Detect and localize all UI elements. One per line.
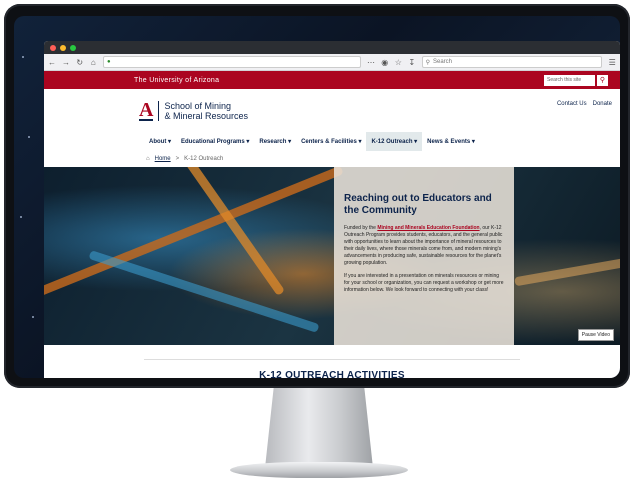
hero-paragraph-1: Funded by the Mining and Minerals Educat… [344, 225, 504, 267]
foundation-link[interactable]: Mining and Minerals Education Foundation [377, 225, 479, 231]
browser-titlebar [44, 41, 620, 54]
lock-icon: ● [107, 59, 111, 65]
highway-graphic [514, 256, 620, 287]
site-search: Search this site ⚲ [544, 74, 608, 86]
utility-links: Contact Us Donate [557, 101, 612, 107]
desktop-wallpaper: ← → ↻ ⌂ ● ⋯ ◉ ☆ ↧ ⚲ Search ☰ The Univers… [14, 16, 620, 378]
breadcrumb-home[interactable]: Home [155, 156, 171, 162]
university-bar: The University of Arizona Search this si… [44, 71, 620, 89]
monitor-frame: ← → ↻ ⌂ ● ⋯ ◉ ☆ ↧ ⚲ Search ☰ The Univers… [4, 4, 630, 388]
hero-p1-text-rest: , our K-12 Outreach Program provides stu… [344, 225, 503, 266]
site-logo[interactable]: A School of Mining & Mineral Resources [139, 99, 248, 121]
hero-p1-text: Funded by the [344, 225, 378, 231]
browser-search-bar[interactable]: ⚲ Search [421, 56, 603, 68]
back-icon[interactable]: ← [48, 58, 56, 67]
donate-link[interactable]: Donate [593, 101, 612, 107]
school-name-line2: & Mineral Resources [164, 111, 248, 121]
contact-us-link[interactable]: Contact Us [557, 101, 587, 107]
url-bar[interactable]: ● [103, 56, 362, 68]
hero-text-panel: Reaching out to Educators and the Commun… [334, 167, 514, 345]
arizona-a-logo: A [139, 99, 154, 121]
browser-toolbar: ← → ↻ ⌂ ● ⋯ ◉ ☆ ↧ ⚲ Search ☰ [44, 54, 620, 71]
browser-window: ← → ↻ ⌂ ● ⋯ ◉ ☆ ↧ ⚲ Search ☰ The Univers… [44, 41, 620, 378]
breadcrumb: ⌂ Home > K-12 Outreach [44, 151, 620, 167]
section-title: K-12 OUTREACH ACTIVITIES [259, 370, 405, 378]
pause-video-button[interactable]: Pause Video [577, 329, 614, 341]
section-divider [144, 359, 520, 360]
nav-item-k12-outreach[interactable]: K-12 Outreach ▾ [366, 131, 423, 151]
bookmark-star-icon[interactable]: ☆ [395, 58, 403, 67]
school-name: School of Mining & Mineral Resources [158, 101, 248, 121]
pocket-icon[interactable]: ◉ [381, 58, 389, 67]
highway-graphic [44, 167, 344, 298]
browser-search-placeholder: Search [432, 59, 452, 65]
highway-graphic [88, 250, 320, 333]
site-search-button[interactable]: ⚲ [597, 74, 608, 86]
reload-icon[interactable]: ↻ [76, 58, 84, 67]
university-name[interactable]: The University of Arizona [134, 77, 219, 84]
home-icon[interactable]: ⌂ [90, 58, 98, 67]
breadcrumb-separator: > [175, 156, 180, 162]
nav-item-centers-facilities[interactable]: Centers & Facilities ▾ [296, 132, 366, 151]
hero-paragraph-2: If you are interested in a presentation … [344, 273, 504, 293]
nav-item-research[interactable]: Research ▾ [254, 132, 296, 151]
breadcrumb-current: K-12 Outreach [184, 156, 224, 162]
download-icon[interactable]: ↧ [408, 58, 416, 67]
monitor-stand-base [230, 462, 408, 478]
close-window-button[interactable] [50, 44, 56, 51]
page-actions-icon[interactable]: ⋯ [367, 58, 375, 67]
hero-title: Reaching out to Educators and the Commun… [344, 193, 492, 216]
home-breadcrumb-icon: ⌂ [146, 156, 150, 162]
forward-icon[interactable]: → [62, 58, 70, 67]
search-icon: ⚲ [425, 59, 430, 66]
site-search-input[interactable]: Search this site [544, 74, 595, 86]
monitor-stand-neck [265, 388, 373, 468]
zoom-window-button[interactable] [70, 44, 76, 51]
school-name-line1: School of Mining [164, 101, 231, 111]
nav-item-news-events[interactable]: News & Events ▾ [422, 132, 480, 151]
menu-icon[interactable]: ☰ [608, 58, 616, 67]
nav-item-educational-programs[interactable]: Educational Programs ▾ [176, 132, 254, 151]
minimize-window-button[interactable] [60, 44, 66, 51]
site-header: A School of Mining & Mineral Resources C… [44, 89, 620, 131]
hero-video: Reaching out to Educators and the Commun… [44, 167, 620, 345]
main-nav: About ▾ Educational Programs ▾ Research … [44, 131, 620, 151]
nav-item-about[interactable]: About ▾ [144, 132, 176, 151]
